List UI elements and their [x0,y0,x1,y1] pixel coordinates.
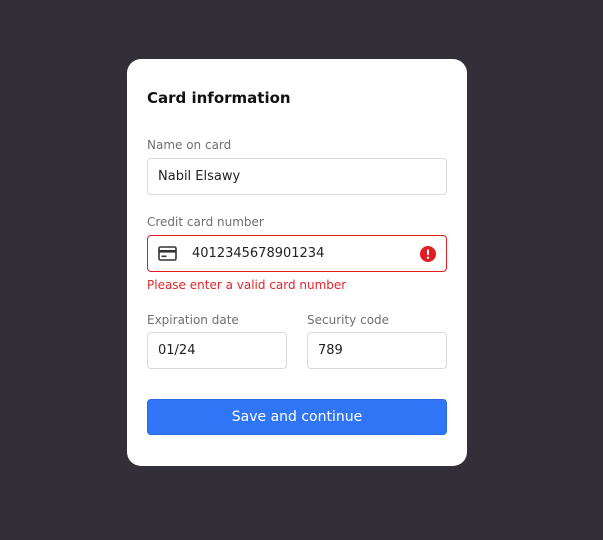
name-on-card-field [147,158,447,195]
save-and-continue-button[interactable]: Save and continue [147,399,447,435]
card-number-field [147,235,447,272]
form-title: Card information [147,89,291,107]
expiration-date-field [147,332,287,369]
error-alert-icon [420,246,436,262]
security-code-field [307,332,447,369]
card-information-panel: Card information Name on card Credit car… [127,59,467,466]
card-number-label: Credit card number [147,215,264,229]
card-number-input[interactable] [148,236,446,271]
name-on-card-input[interactable] [148,159,446,194]
security-code-input[interactable] [308,333,446,368]
card-number-error-message: Please enter a valid card number [147,278,347,292]
security-code-label: Security code [307,313,390,327]
name-on-card-label: Name on card [147,138,232,152]
expiration-date-input[interactable] [148,333,286,368]
expiration-date-label: Expiration date [147,313,239,327]
